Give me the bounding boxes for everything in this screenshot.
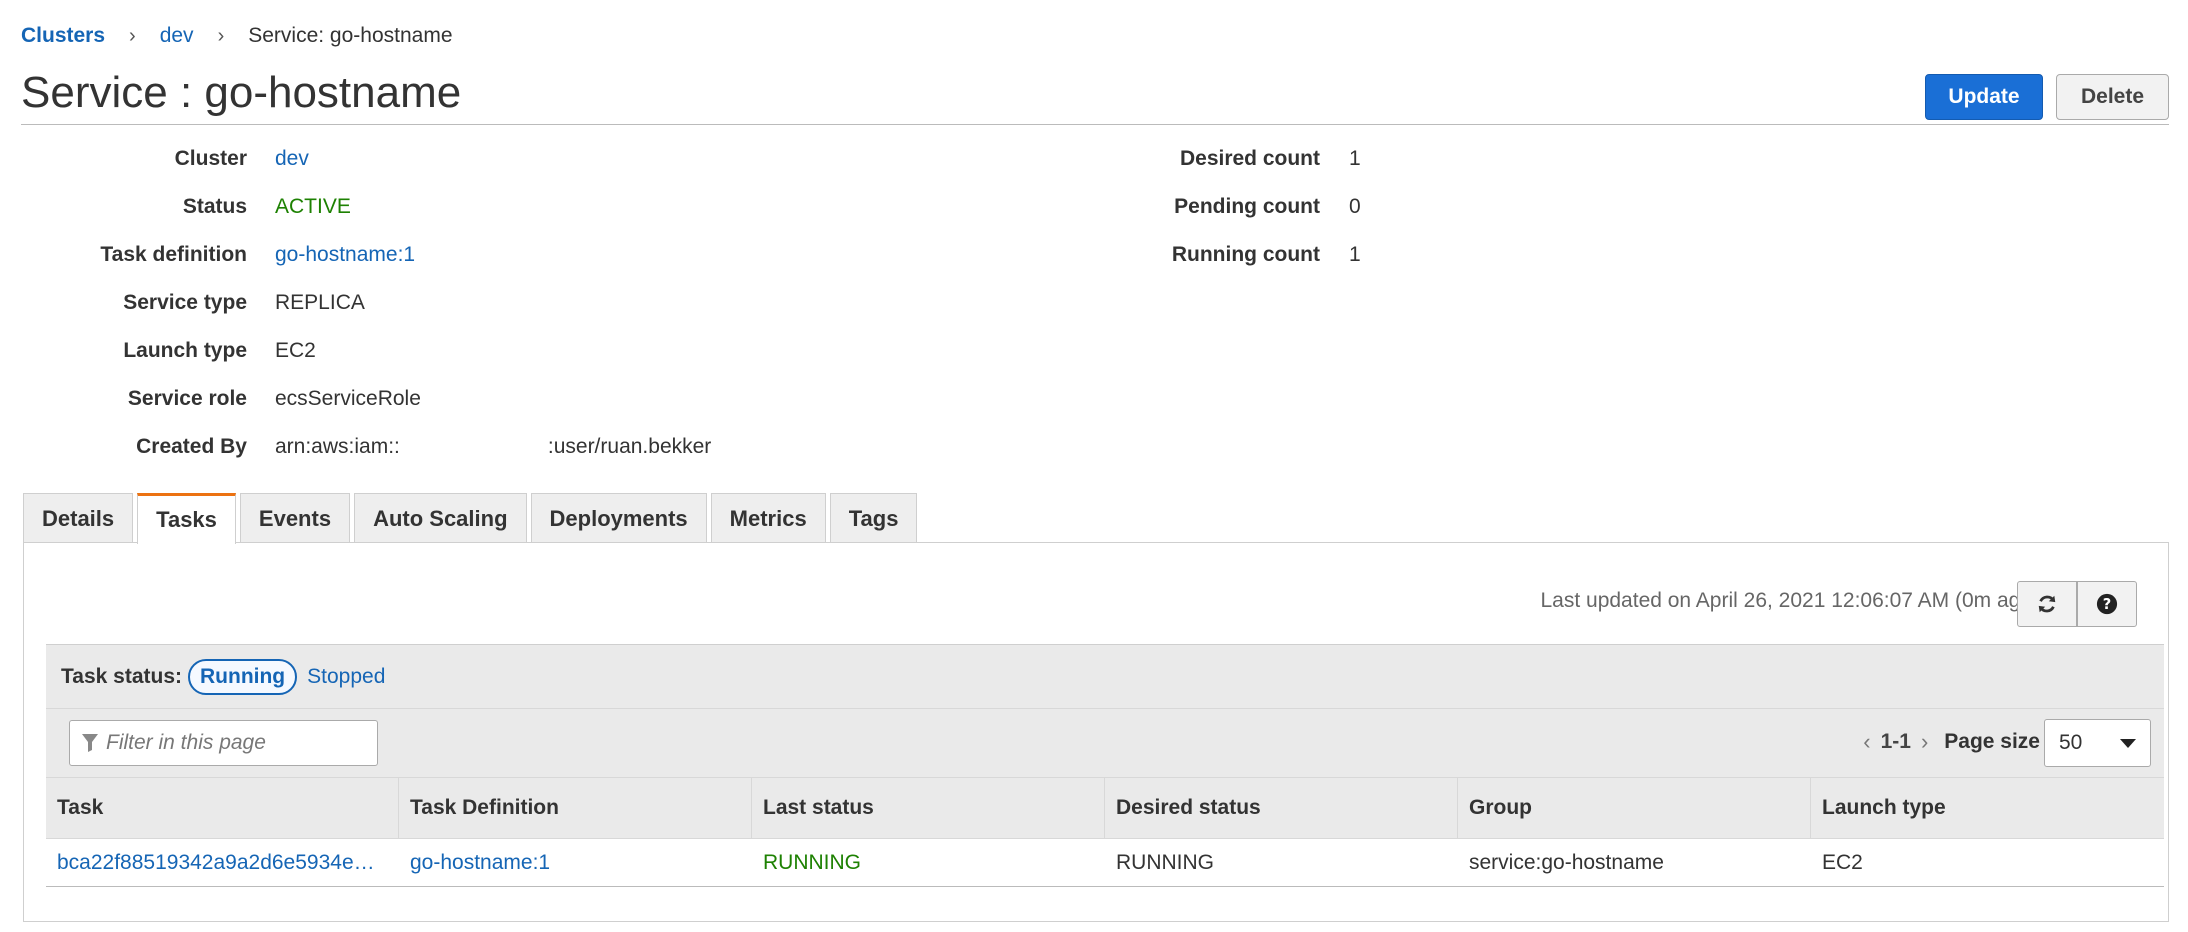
table-row: bca22f88519342a9a2d6e5934e… go-hostname:… <box>46 839 2164 887</box>
tab-deployments[interactable]: Deployments <box>530 493 707 543</box>
breadcrumb-cluster-link[interactable]: dev <box>160 24 194 48</box>
title-divider <box>21 124 2169 125</box>
summary-key: Created By <box>136 435 247 458</box>
refresh-icon <box>2038 595 2056 613</box>
desired-count-value: 1 <box>1349 147 1361 170</box>
column-header-launch-type[interactable]: Launch type <box>1811 778 2164 838</box>
breadcrumb-separator-icon: › <box>217 24 225 47</box>
tasks-panel: Last updated on April 26, 2021 12:06:07 … <box>23 542 2169 922</box>
summary-key: Desired count <box>1179 147 1320 170</box>
launch-type-cell: EC2 <box>1822 850 1863 874</box>
tab-metrics[interactable]: Metrics <box>710 493 826 543</box>
update-button[interactable]: Update <box>1925 74 2043 120</box>
task-id-link[interactable]: bca22f88519342a9a2d6e5934e… <box>57 851 375 875</box>
summary-launch-type: Launch type EC2 <box>0 336 316 366</box>
breadcrumb-current: Service: go-hostname <box>248 24 453 47</box>
task-status-bar: Task status: Running Stopped <box>46 644 2164 709</box>
service-type-value: REPLICA <box>275 291 365 314</box>
created-by-suffix: :user/ruan.bekker <box>547 435 712 458</box>
breadcrumb: Clusters › dev › Service: go-hostname <box>21 24 453 48</box>
row-task-definition-link[interactable]: go-hostname:1 <box>410 851 550 875</box>
column-header-task-definition[interactable]: Task Definition <box>399 778 752 838</box>
summary-key: Running count <box>1171 243 1320 266</box>
group-cell: service:go-hostname <box>1469 850 1664 874</box>
launch-type-value: EC2 <box>275 339 316 362</box>
column-header-group[interactable]: Group <box>1458 778 1811 838</box>
table-header: Task Task Definition Last status Desired… <box>46 777 2164 839</box>
previous-page-icon[interactable]: ‹ <box>1863 729 1870 755</box>
column-header-desired-status[interactable]: Desired status <box>1105 778 1458 838</box>
delete-button[interactable]: Delete <box>2056 74 2169 120</box>
page-size-value: 50 <box>2059 731 2083 754</box>
tasks-table: Task Task Definition Last status Desired… <box>46 777 2164 887</box>
summary-service-type: Service type REPLICA <box>0 288 365 318</box>
task-cell: bca22f88519342a9a2d6e5934e… <box>46 839 399 886</box>
task-status-running-filter[interactable]: Running <box>188 658 298 695</box>
column-header-last-status[interactable]: Last status <box>752 778 1105 838</box>
help-icon: ? <box>2096 593 2118 615</box>
task-definition-cell: go-hostname:1 <box>399 839 752 886</box>
summary-key: Launch type <box>123 339 247 362</box>
summary-key: Service role <box>127 387 247 410</box>
filter-input[interactable] <box>104 730 374 756</box>
page-size-label: Page size <box>1944 730 2040 753</box>
svg-text:?: ? <box>2103 596 2112 613</box>
tab-auto-scaling[interactable]: Auto Scaling <box>354 493 527 543</box>
refresh-button[interactable] <box>2017 581 2077 627</box>
summary-created-by: Created By arn:aws:iam:::user/ruan.bekke… <box>0 432 711 462</box>
next-page-icon[interactable]: › <box>1921 729 1928 755</box>
summary-key: Pending count <box>1174 195 1320 218</box>
column-header-task[interactable]: Task <box>46 778 399 838</box>
summary-pending-count: Pending count 0 <box>0 192 1361 222</box>
chevron-down-icon <box>2120 738 2136 748</box>
desired-status-cell: RUNNING <box>1116 850 1214 874</box>
task-status-label: Task status: <box>61 664 182 688</box>
tab-tags[interactable]: Tags <box>829 493 918 543</box>
created-by-value: arn:aws:iam:::user/ruan.bekker <box>275 435 711 459</box>
created-by-prefix: arn:aws:iam:: <box>275 435 400 458</box>
page-title: Service : go-hostname <box>21 68 462 117</box>
breadcrumb-separator-icon: › <box>129 24 136 47</box>
summary-key: Service type <box>123 291 247 314</box>
tab-tasks[interactable]: Tasks <box>137 493 236 544</box>
help-button[interactable]: ? <box>2077 581 2137 627</box>
page-size-select[interactable]: 50 <box>2044 719 2151 767</box>
filter-bar: ‹ 1-1 › Page size 50 <box>46 709 2164 777</box>
task-status-stopped-filter[interactable]: Stopped <box>307 665 385 689</box>
last-updated-text: Last updated on April 26, 2021 12:06:07 … <box>1540 589 2039 612</box>
last-status-cell: RUNNING <box>763 850 861 874</box>
filter-icon <box>82 734 98 752</box>
service-role-value: ecsServiceRole <box>275 387 421 410</box>
breadcrumb-clusters-link[interactable]: Clusters <box>21 24 105 48</box>
page-range: 1-1 <box>1880 730 1911 753</box>
filter-field[interactable] <box>69 720 378 766</box>
summary-service-role: Service role ecsServiceRole <box>0 384 421 414</box>
summary-running-count: Running count 1 <box>0 240 1361 270</box>
summary-desired-count: Desired count 1 <box>0 144 1361 174</box>
pagination: ‹ 1-1 › Page size <box>1853 729 2048 755</box>
tab-details[interactable]: Details <box>23 493 134 543</box>
running-count-value: 1 <box>1349 243 1361 266</box>
tab-events[interactable]: Events <box>239 493 351 543</box>
pending-count-value: 0 <box>1349 195 1361 218</box>
service-tabs: Details Tasks Events Auto Scaling Deploy… <box>23 493 921 544</box>
